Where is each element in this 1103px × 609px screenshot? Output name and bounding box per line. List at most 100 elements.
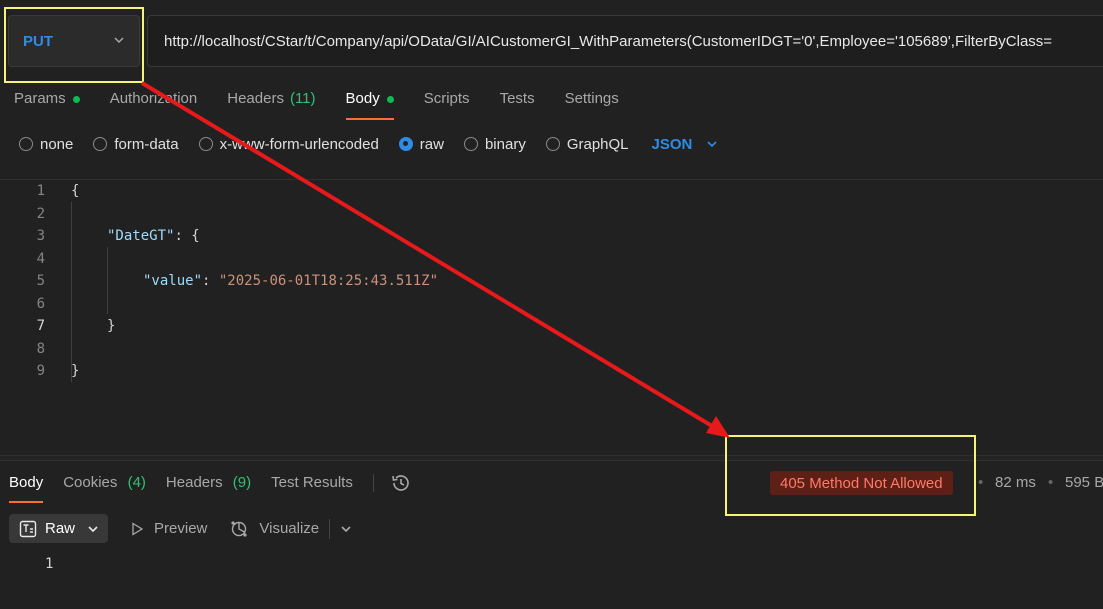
body-type-none-label: none <box>40 135 74 153</box>
tab-scripts-label: Scripts <box>423 90 470 107</box>
response-toolbar: Raw Preview Visualize <box>9 514 352 543</box>
code-text: "DateGT": { <box>107 228 200 244</box>
tab-scripts[interactable]: Scripts <box>424 86 470 120</box>
url-input[interactable]: http://localhost/CStar/t/Company/api/ODa… <box>147 15 1103 67</box>
response-size[interactable]: 595 B <box>1065 474 1103 491</box>
meta-separator: • <box>978 474 984 491</box>
tab-params-label: Params <box>14 90 66 107</box>
radio-none[interactable] <box>19 137 33 151</box>
body-type-urlencoded[interactable]: x-www-form-urlencoded <box>198 135 379 153</box>
response-tab-headers-label: Headers <box>165 474 223 491</box>
line-number: 4 <box>36 251 45 267</box>
code-line: 2 <box>0 204 1103 224</box>
radio-binary[interactable] <box>463 137 478 151</box>
response-tab-test-results-label: Test Results <box>271 474 353 491</box>
response-tab-headers[interactable]: Headers (9) <box>166 470 251 503</box>
tab-headers[interactable]: Headers (11) <box>227 86 315 120</box>
response-tab-body-label: Body <box>9 474 44 491</box>
json-key: "value" <box>143 273 203 289</box>
tab-authorization[interactable]: Authorization <box>110 86 198 120</box>
radio-graphql[interactable] <box>545 137 560 151</box>
visualize-label: Visualize <box>259 520 320 537</box>
response-tab-cookies-label: Cookies <box>63 474 118 491</box>
chevron-down-icon <box>88 525 98 532</box>
body-type-graphql-label: GraphQL <box>566 135 629 153</box>
body-indicator-dot <box>386 96 394 103</box>
preview-label: Preview <box>154 520 208 537</box>
json-colon: : <box>174 228 192 244</box>
history-icon[interactable] <box>390 472 412 494</box>
body-type-binary-label: binary <box>484 135 526 153</box>
tab-body-label: Body <box>345 90 380 107</box>
code-text: } <box>71 363 80 379</box>
tab-tests[interactable]: Tests <box>500 86 535 120</box>
response-tab-cookies[interactable]: Cookies (4) <box>63 470 146 503</box>
response-tab-body[interactable]: Body <box>9 470 44 503</box>
radio-form-data[interactable] <box>93 137 108 151</box>
visualize-icon <box>231 520 247 537</box>
chevron-down-icon[interactable] <box>340 523 352 535</box>
code-line: 7 } <box>0 316 1103 336</box>
pane-resize-handle[interactable] <box>0 455 1103 461</box>
body-type-binary[interactable]: binary <box>463 135 526 153</box>
json-brace: { <box>191 228 200 244</box>
line-number: 6 <box>36 296 45 312</box>
code-line: 1 { <box>0 181 1103 201</box>
visualize-button[interactable]: Visualize <box>229 519 319 539</box>
code-line: 6 <box>0 294 1103 314</box>
json-string: "2025-06-01T18:25:43.511Z" <box>218 273 439 289</box>
code-line: 9 } <box>0 361 1103 381</box>
line-number: 5 <box>36 273 45 289</box>
tab-params[interactable]: Params <box>14 86 80 120</box>
response-tab-test-results[interactable]: Test Results <box>271 470 353 503</box>
tabs-separator <box>372 474 374 492</box>
preview-button[interactable]: Preview <box>130 520 207 537</box>
toolbar-separator <box>329 518 331 539</box>
json-colon: : <box>202 273 219 289</box>
code-text: { <box>71 183 80 199</box>
code-line: 8 <box>0 339 1103 359</box>
method-select[interactable]: PUT <box>8 15 140 67</box>
body-type-raw-label: raw <box>419 135 444 153</box>
code-line: 5 "value": "2025-06-01T18:25:43.511Z" <box>0 271 1103 291</box>
chevron-down-icon <box>707 141 717 148</box>
line-number: 8 <box>36 341 45 357</box>
line-number: 2 <box>36 206 45 222</box>
raw-format-select[interactable]: Raw <box>9 514 109 543</box>
language-select[interactable]: JSON <box>652 136 719 153</box>
response-tabs: Body Cookies (4) Headers (9) Test Result… <box>9 470 412 503</box>
response-time[interactable]: 82 ms <box>995 474 1036 491</box>
line-number: 9 <box>36 363 45 379</box>
chevron-down-icon <box>114 37 124 44</box>
response-tab-headers-count: (9) <box>232 474 252 491</box>
status-badge[interactable]: 405 Method Not Allowed <box>770 471 953 495</box>
code-text: } <box>107 318 116 334</box>
response-tab-cookies-count: (4) <box>127 474 146 491</box>
body-type-options: none form-data x-www-form-urlencoded raw… <box>19 133 718 155</box>
tab-headers-label: Headers <box>227 90 284 107</box>
radio-raw[interactable] <box>398 137 413 151</box>
body-type-urlencoded-label: x-www-form-urlencoded <box>219 135 379 153</box>
editor-top-divider <box>0 179 1103 180</box>
body-type-form-data-label: form-data <box>114 135 179 153</box>
tab-body[interactable]: Body <box>345 86 394 120</box>
json-key: "DateGT" <box>107 228 175 244</box>
params-indicator-dot <box>72 96 80 103</box>
request-tabs: Params Authorization Headers (11) Body S… <box>14 86 649 120</box>
radio-urlencoded[interactable] <box>198 137 213 151</box>
code-line: 3 "DateGT": { <box>0 226 1103 246</box>
body-type-none[interactable]: none <box>19 136 73 153</box>
body-type-raw[interactable]: raw <box>398 135 444 153</box>
tab-settings[interactable]: Settings <box>565 86 619 120</box>
language-label: JSON <box>651 135 693 153</box>
play-icon <box>132 521 144 536</box>
line-number: 3 <box>36 228 45 244</box>
code-text: "value": "2025-06-01T18:25:43.511Z" <box>143 273 438 289</box>
body-type-graphql[interactable]: GraphQL <box>545 135 629 153</box>
code-line: 4 <box>0 249 1103 269</box>
tab-settings-label: Settings <box>564 90 619 107</box>
request-url-bar: PUT http://localhost/CStar/t/Company/api… <box>0 15 1103 67</box>
body-type-form-data[interactable]: form-data <box>93 135 179 153</box>
line-number: 7 <box>36 318 45 334</box>
meta-separator: • <box>1048 474 1054 491</box>
